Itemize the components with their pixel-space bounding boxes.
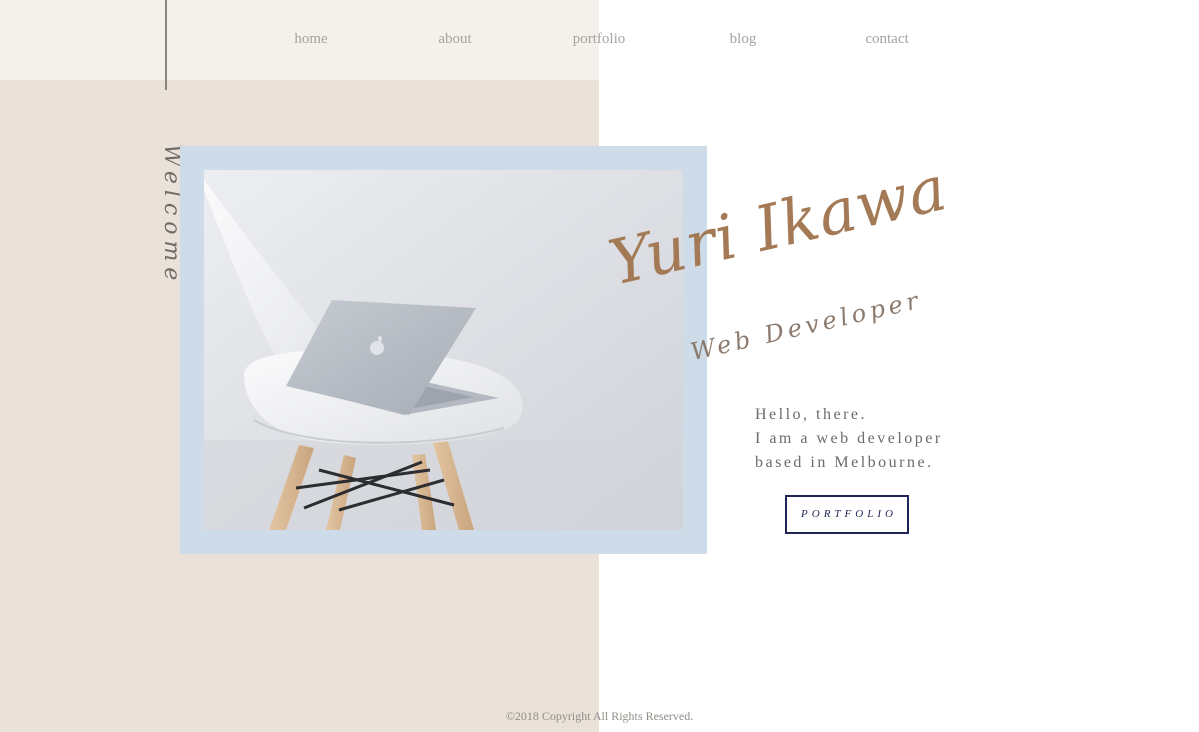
intro-text: Hello, there. I am a web developer based… <box>755 403 995 475</box>
intro-line: I am a web developer <box>755 430 943 447</box>
intro-line: based in Melbourne. <box>755 454 934 471</box>
nav-link-contact[interactable]: contact <box>865 31 908 48</box>
intro-line: Hello, there. <box>755 406 868 423</box>
nav-link-about[interactable]: about <box>438 31 471 48</box>
nav-link-home[interactable]: home <box>294 31 327 48</box>
footer-copyright: ©2018 Copyright All Rights Reserved. <box>505 709 694 723</box>
nav-link-blog[interactable]: blog <box>730 31 757 48</box>
portfolio-button[interactable]: PORTFOLIO <box>785 495 909 534</box>
nav-link-portfolio[interactable]: portfolio <box>573 31 626 48</box>
main-nav: home about portfolio blog contact <box>0 0 1199 80</box>
